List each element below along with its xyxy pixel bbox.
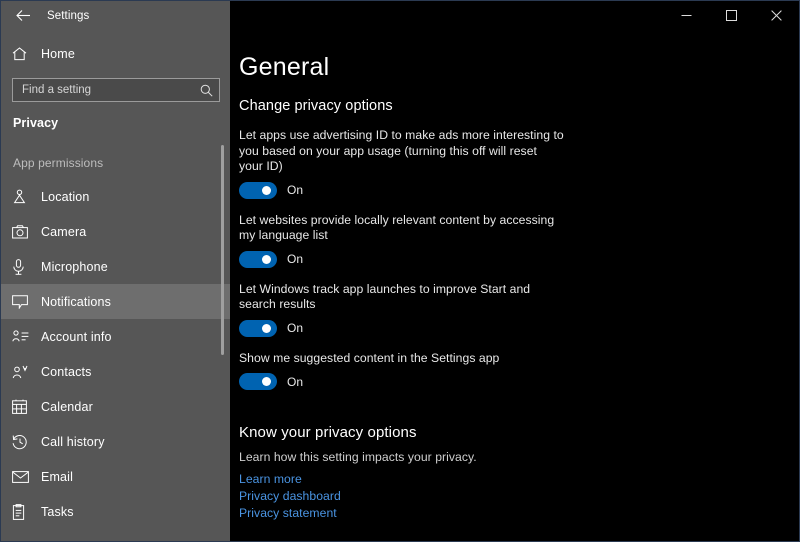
sidebar-item-calendar[interactable]: Calendar (1, 389, 230, 424)
privacy-option-advertising-id: Let apps use advertising ID to make ads … (239, 128, 799, 199)
toggle-advertising-id[interactable] (239, 181, 277, 199)
call-history-icon (12, 434, 41, 450)
section-heading: Change privacy options (239, 98, 393, 114)
maximize-icon (726, 10, 737, 21)
account-info-icon (12, 330, 41, 343)
privacy-options-subtext: Learn how this setting impacts your priv… (239, 450, 477, 464)
minimize-button[interactable] (664, 1, 709, 30)
search-icon[interactable] (200, 84, 213, 97)
toggle-app-launch-tracking[interactable] (239, 319, 277, 337)
sidebar-item-notifications[interactable]: Notifications (1, 284, 230, 319)
title-bar: Settings (1, 1, 799, 30)
main-content: General Change privacy options Let apps … (230, 30, 799, 541)
toggle-state-label: On (287, 321, 304, 335)
toggle-knob (262, 377, 271, 386)
close-icon (771, 10, 782, 21)
sidebar-item-call-history[interactable]: Call history (1, 424, 230, 459)
notification-icon (12, 294, 41, 309)
close-button[interactable] (754, 1, 799, 30)
privacy-dashboard-link[interactable]: Privacy dashboard (239, 489, 341, 503)
toggle-row: On (239, 250, 799, 268)
toggle-language-list[interactable] (239, 250, 277, 268)
toggle-row: On (239, 373, 799, 390)
home-icon (12, 47, 41, 61)
privacy-option-suggested-content: Show me suggested content in the Setting… (239, 350, 799, 390)
sidebar-item-account-info-label: Account info (41, 329, 112, 344)
sidebar-item-call-history-label: Call history (41, 434, 105, 449)
sidebar-item-tasks-label: Tasks (41, 504, 74, 519)
sidebar-item-microphone[interactable]: Microphone (1, 249, 230, 284)
sidebar-item-contacts-label: Contacts (41, 364, 92, 379)
toggle-state-label: On (287, 183, 304, 197)
privacy-links-group: Learn more Privacy dashboard Privacy sta… (239, 472, 799, 520)
toggle-row: On (239, 319, 799, 337)
sidebar-item-email-label: Email (41, 469, 74, 484)
back-button[interactable] (1, 1, 45, 30)
contacts-icon (12, 365, 41, 379)
option-description: Let Windows track app launches to improv… (239, 281, 531, 312)
sidebar-group-label: App permissions (13, 156, 104, 170)
sidebar-item-home[interactable]: Home (1, 39, 230, 69)
toggle-row: On (239, 181, 799, 199)
sidebar-item-home-label: Home (41, 47, 75, 61)
privacy-statement-link[interactable]: Privacy statement (239, 506, 337, 520)
search-box[interactable] (12, 78, 220, 102)
calendar-icon (12, 399, 41, 414)
toggle-knob (262, 185, 271, 195)
sidebar-item-tasks[interactable]: Tasks (1, 494, 230, 529)
option-description: Let apps use advertising ID to make ads … (239, 128, 564, 173)
privacy-option-app-launch-tracking: Let Windows track app launches to improv… (239, 282, 799, 337)
toggle-knob (262, 323, 271, 333)
back-arrow-icon (15, 9, 31, 22)
camera-icon (12, 224, 41, 239)
sidebar-nav-list: Location Camera Microphone Notifications… (1, 179, 230, 529)
settings-window: Settings Home Find a setting Privacy App… (0, 0, 800, 542)
email-icon (12, 470, 41, 483)
window-controls (230, 1, 799, 30)
toggle-state-label: On (287, 252, 304, 266)
sidebar-section-title: Privacy (13, 116, 59, 130)
microphone-icon (12, 258, 41, 275)
tasks-icon (12, 503, 41, 520)
toggle-knob (262, 254, 271, 264)
maximize-button[interactable] (709, 1, 754, 30)
sidebar-item-calendar-label: Calendar (41, 399, 93, 414)
privacy-option-language-list: Let websites provide locally relevant co… (239, 213, 799, 268)
sidebar-item-camera-label: Camera (41, 224, 87, 239)
sidebar-item-location-label: Location (41, 189, 90, 204)
sidebar-scrollbar-thumb[interactable] (221, 145, 224, 355)
sidebar-item-location[interactable]: Location (1, 179, 230, 214)
sidebar: Home Privacy App permissions (1, 30, 230, 541)
minimize-icon (681, 10, 692, 21)
sidebar-item-notifications-label: Notifications (41, 294, 112, 309)
toggle-state-label: On (287, 374, 304, 389)
sidebar-item-account-info[interactable]: Account info (1, 319, 230, 354)
window-body: Home Privacy App permissions (1, 30, 799, 541)
option-description: Show me suggested content in the Setting… (239, 350, 500, 365)
sidebar-item-email[interactable]: Email (1, 459, 230, 494)
search-input[interactable] (22, 84, 200, 96)
app-title: Settings (47, 9, 90, 22)
title-bar-left: Settings (1, 1, 230, 30)
privacy-options-heading: Know your privacy options (239, 424, 417, 441)
learn-more-link[interactable]: Learn more (239, 472, 302, 486)
sidebar-item-microphone-label: Microphone (41, 259, 108, 274)
location-icon (12, 189, 41, 204)
sidebar-item-camera[interactable]: Camera (1, 214, 230, 249)
option-description: Let websites provide locally relevant co… (239, 212, 555, 243)
sidebar-item-contacts[interactable]: Contacts (1, 354, 230, 389)
page-title: General (239, 53, 330, 81)
toggle-suggested-content[interactable] (239, 373, 277, 390)
